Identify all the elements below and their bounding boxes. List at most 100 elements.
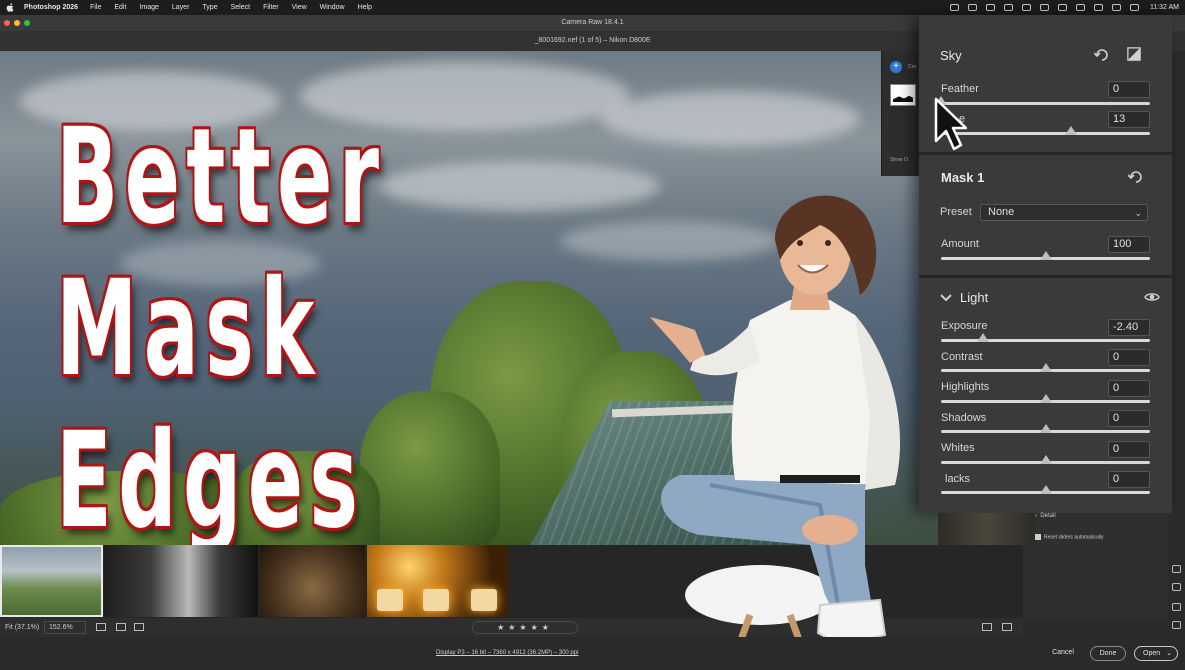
headline-line-3: Edges	[56, 404, 365, 545]
creative-cloud-icon[interactable]	[967, 4, 977, 11]
hand-tool-icon[interactable]	[1172, 583, 1181, 591]
eye-visibility-icon[interactable]	[1144, 290, 1160, 304]
sky-second-slider-track[interactable]	[941, 132, 1150, 135]
close-window-button[interactable]	[4, 20, 10, 26]
filmstrip-thumbnail[interactable]	[260, 545, 365, 617]
hands-on-knee	[802, 515, 858, 545]
invert-mask-icon[interactable]	[1126, 47, 1142, 61]
amount-slider-thumb[interactable]	[1039, 251, 1052, 260]
compare-view-icon[interactable]	[1002, 623, 1012, 631]
menu-file[interactable]: File	[90, 4, 101, 11]
chevron-down-icon[interactable]: ⌄	[1166, 647, 1172, 660]
feather-slider-track[interactable]	[941, 102, 1150, 105]
eye	[797, 240, 803, 246]
star-rating[interactable]: ★★★★★	[472, 621, 578, 634]
shadows-slider-thumb[interactable]	[1039, 424, 1052, 433]
grid-toggle-icon[interactable]	[1172, 621, 1181, 629]
cloud-shape	[600, 91, 860, 146]
zoom-window-button[interactable]	[24, 20, 30, 26]
spotlight-search-icon[interactable]	[1111, 4, 1121, 11]
menu-help[interactable]: Help	[358, 4, 372, 11]
whites-slider-thumb[interactable]	[1039, 455, 1052, 464]
whites-value-field[interactable]: 0	[1108, 441, 1150, 458]
camera-icon[interactable]	[949, 4, 959, 11]
open-button-label: Open	[1143, 650, 1161, 657]
open-button[interactable]: Open ⌄	[1134, 646, 1178, 661]
zoom-level-field[interactable]: 152.6%	[44, 621, 86, 634]
filmstrip-thumbnail-selected[interactable]	[0, 545, 103, 617]
highlights-slider-thumb[interactable]	[1039, 394, 1052, 403]
minimize-window-button[interactable]	[14, 20, 20, 26]
document-label: _8001692.nef (1 of 5) – Nikon D800E	[534, 37, 651, 44]
battery-icon[interactable]	[1039, 4, 1049, 11]
cancel-button[interactable]: Cancel	[1046, 646, 1080, 661]
woman-pointing-figure	[650, 195, 901, 670]
filmstrip-thumbnail[interactable]	[104, 545, 258, 617]
detail-section-toggle[interactable]: › Detail	[1035, 513, 1056, 519]
clock-icon[interactable]	[1093, 4, 1103, 11]
section-divider	[919, 152, 1172, 155]
sampler-tool-icon[interactable]	[1172, 603, 1181, 611]
zoom-tool-icon[interactable]	[1172, 565, 1181, 573]
fit-zoom-label[interactable]: Fit (37.1%)	[5, 624, 39, 631]
control-center-icon[interactable]	[1129, 4, 1139, 11]
chevron-down-icon: ⌄	[1134, 208, 1142, 218]
dropbox-icon[interactable]	[1003, 4, 1013, 11]
menu-view[interactable]: View	[292, 4, 307, 11]
highlights-value-field[interactable]: 0	[1108, 380, 1150, 397]
dialog-footer: Display P3 – 16 bit – 7360 x 4912 (36.2M…	[0, 637, 1185, 670]
menu-edit[interactable]: Edit	[114, 4, 126, 11]
exposure-slider-thumb[interactable]	[976, 333, 989, 342]
reset-sliders-label: Reset sliders automatically	[1044, 534, 1104, 541]
reset-sliders-checkbox[interactable]: Reset sliders automatically	[1035, 534, 1103, 540]
workflow-options-link[interactable]: Display P3 – 16 bit – 7360 x 4912 (36.2M…	[436, 650, 578, 656]
amount-value-field[interactable]: 100	[1108, 236, 1150, 253]
sort-icon[interactable]	[116, 623, 126, 631]
menu-select[interactable]: Select	[231, 4, 250, 11]
create-mask-label[interactable]: Cre	[908, 64, 916, 70]
filmstrip-view-icon[interactable]	[96, 623, 106, 631]
sky-second-slider-thumb[interactable]	[1064, 126, 1077, 135]
apple-icon[interactable]	[6, 3, 14, 12]
exposure-value-field[interactable]: -2.40	[1108, 319, 1150, 336]
sky-second-value-field[interactable]: 13	[1108, 111, 1150, 128]
contrast-value-field[interactable]: 0	[1108, 349, 1150, 366]
before-after-icon[interactable]	[982, 623, 992, 631]
messages-icon[interactable]	[985, 4, 995, 11]
menu-clock[interactable]: 11:32 AM	[1150, 4, 1179, 11]
show-overlay-checkbox[interactable]: Show O	[890, 157, 908, 163]
blacks-slider-thumb[interactable]	[1039, 485, 1052, 494]
mask-1-title: Mask 1	[941, 170, 985, 185]
menu-layer[interactable]: Layer	[172, 4, 190, 11]
bluetooth-icon[interactable]	[1021, 4, 1031, 11]
preset-dropdown[interactable]: None ⌄	[980, 204, 1148, 221]
sky-mask-thumbnail[interactable]	[890, 84, 916, 106]
create-mask-icon[interactable]: +	[890, 61, 902, 73]
menu-type[interactable]: Type	[202, 4, 217, 11]
candle-shape	[423, 589, 449, 611]
candle-shape	[471, 589, 497, 611]
menu-window[interactable]: Window	[320, 4, 345, 11]
window-title: Camera Raw 18.4.1	[561, 19, 624, 26]
status-tray: 11:32 AM	[949, 0, 1179, 15]
focus-moon-icon[interactable]	[1075, 4, 1085, 11]
feather-value-field[interactable]: 0	[1108, 81, 1150, 98]
reset-mask-icon[interactable]	[1128, 170, 1144, 184]
blacks-value-field[interactable]: 0	[1108, 471, 1150, 488]
wifi-icon[interactable]	[1057, 4, 1067, 11]
tool-column	[1168, 513, 1185, 643]
menu-image[interactable]: Image	[139, 4, 158, 11]
filter-icon[interactable]	[134, 623, 144, 631]
chair-seat	[685, 565, 835, 625]
menu-filter[interactable]: Filter	[263, 4, 279, 11]
shadows-value-field[interactable]: 0	[1108, 410, 1150, 427]
done-button[interactable]: Done	[1090, 646, 1126, 661]
reset-arrow-icon[interactable]	[1094, 48, 1110, 62]
belt	[780, 475, 860, 483]
exposure-slider-track[interactable]	[941, 339, 1150, 342]
app-name-menu[interactable]: Photoshop 2026	[24, 4, 78, 11]
filmstrip-thumbnail[interactable]	[367, 545, 508, 617]
contrast-slider-thumb[interactable]	[1039, 363, 1052, 372]
detail-label: Detail	[1040, 513, 1056, 519]
sky-section-title: Sky	[940, 48, 962, 63]
